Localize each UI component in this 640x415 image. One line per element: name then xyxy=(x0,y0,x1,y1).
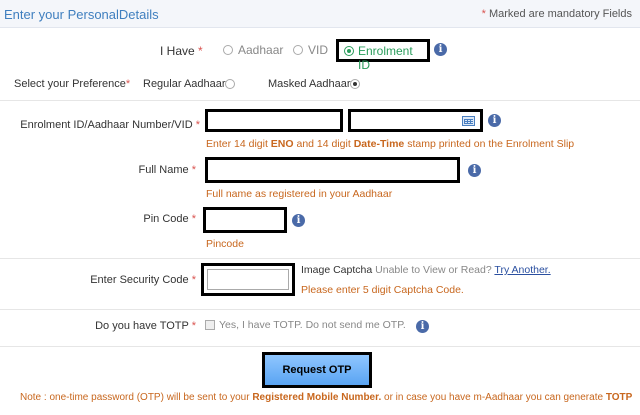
otp-note: Note : one-time password (OTP) will be s… xyxy=(20,392,633,403)
info-icon[interactable]: i xyxy=(416,320,429,333)
pin-code-label: Pin Code * xyxy=(143,213,196,225)
masked-aadhaar-label[interactable]: Masked Aadhaar xyxy=(268,78,351,90)
preference-label: Select your Preference* xyxy=(14,78,131,90)
try-another-link[interactable]: Try Another. xyxy=(494,264,550,276)
security-code-label: Enter Security Code * xyxy=(90,274,196,286)
info-icon[interactable]: i xyxy=(434,43,447,56)
security-code-input[interactable] xyxy=(201,263,295,296)
radio-masked-aadhaar[interactable] xyxy=(350,79,360,89)
divider xyxy=(0,258,640,259)
calendar-icon[interactable] xyxy=(462,116,475,126)
divider xyxy=(0,346,640,347)
info-icon[interactable]: i xyxy=(292,214,305,227)
divider xyxy=(0,309,640,310)
enrolment-label: Enrolment ID/Aadhaar Number/VID * xyxy=(20,119,200,131)
full-name-input[interactable] xyxy=(205,157,460,183)
regular-aadhaar-label[interactable]: Regular Aadhaar xyxy=(143,78,226,90)
radio-regular-aadhaar[interactable] xyxy=(225,79,235,89)
radio-vid-label[interactable]: VID xyxy=(308,43,328,57)
radio-enrolment-id[interactable] xyxy=(344,46,354,56)
captcha-hint: Please enter 5 digit Captcha Code. xyxy=(301,284,464,296)
totp-checkbox-label[interactable]: Yes, I have TOTP. Do not send me OTP. xyxy=(219,319,406,331)
enrolment-hint: Enter 14 digit ENO and 14 digit Date-Tim… xyxy=(206,138,575,150)
radio-vid[interactable] xyxy=(293,45,303,55)
datetime-input[interactable] xyxy=(348,109,483,132)
captcha-text-field[interactable] xyxy=(207,269,289,290)
totp-label: Do you have TOTP * xyxy=(95,320,196,332)
enrolment-id-input[interactable] xyxy=(205,109,343,132)
pin-code-input[interactable] xyxy=(203,207,287,233)
enrolment-id-option-highlight[interactable]: Enrolment ID xyxy=(336,39,430,72)
radio-enrolment-id-label[interactable]: Enrolment ID xyxy=(358,44,427,72)
i-have-label: I Have * xyxy=(160,44,203,58)
info-icon[interactable]: i xyxy=(488,114,501,127)
section-title: Enter your PersonalDetails xyxy=(4,7,159,22)
pin-code-hint: Pincode xyxy=(206,238,244,250)
divider xyxy=(0,100,640,101)
full-name-label: Full Name * xyxy=(138,164,196,176)
radio-aadhaar[interactable] xyxy=(223,45,233,55)
radio-aadhaar-label[interactable]: Aadhaar xyxy=(238,43,283,57)
request-otp-button[interactable]: Request OTP xyxy=(262,352,372,388)
totp-checkbox[interactable] xyxy=(205,320,215,330)
full-name-hint: Full name as registered in your Aadhaar xyxy=(206,188,393,200)
section-header: Enter your PersonalDetails * Marked are … xyxy=(0,0,640,28)
info-icon[interactable]: i xyxy=(468,164,481,177)
captcha-line: Image Captcha Unable to View or Read? Tr… xyxy=(301,264,551,276)
mandatory-note: * Marked are mandatory Fields xyxy=(481,8,632,20)
